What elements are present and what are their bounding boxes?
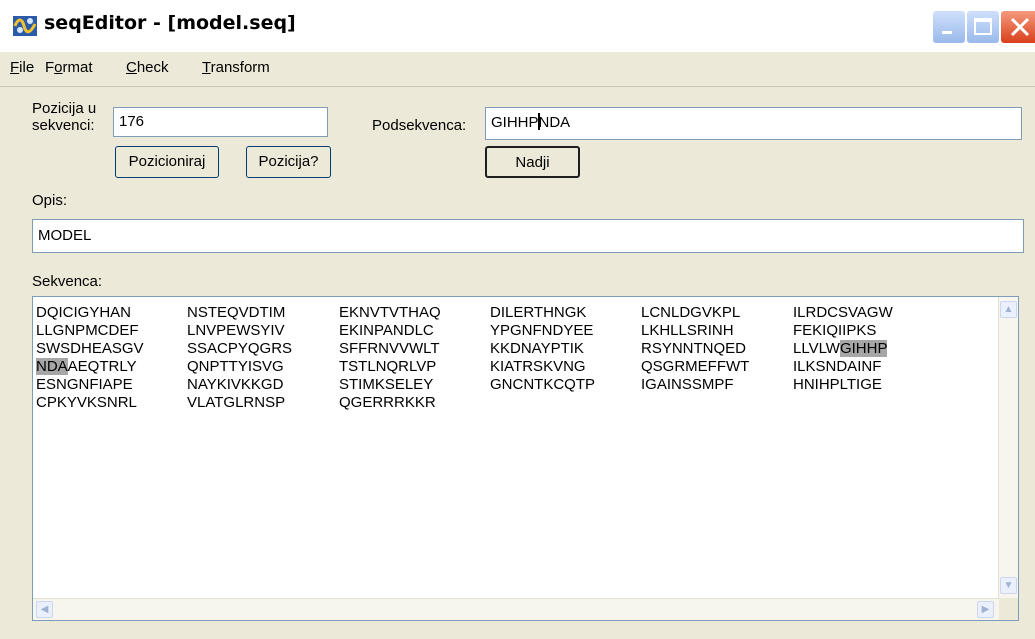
menu-bar: File Format Check Transform — [0, 52, 1035, 87]
sequence-label: Sekvenca: — [32, 273, 103, 290]
position-button[interactable]: Pozicioniraj — [115, 146, 219, 178]
sequence-block: NAYKIVKKGD — [187, 376, 284, 393]
menu-file[interactable]: File — [10, 59, 34, 76]
sequence-block: SSACPYQGRS — [187, 340, 293, 357]
sequence-block: ILRDCSVAGW — [793, 304, 893, 321]
menu-transform-mnemonic: T — [202, 59, 211, 76]
position-input[interactable]: 176 — [113, 107, 328, 137]
sequence-block: KKDNAYPTIK — [490, 340, 584, 357]
position-query-button[interactable]: Pozicija? — [246, 146, 331, 178]
sequence-block: FEKIQIIPKS — [793, 322, 877, 339]
sequence-block: GNCNTKCQTP — [490, 376, 595, 393]
sequence-block: QNPTTYISVG — [187, 358, 284, 375]
search-match-highlight: GIHHP — [839, 340, 888, 357]
sequence-block: YPGNFNDYEE — [490, 322, 594, 339]
vertical-scrollbar[interactable]: ▲ ▼ — [998, 297, 1018, 598]
scrollbar-corner — [999, 598, 1018, 620]
menu-check[interactable]: Check — [126, 59, 169, 76]
sequence-block: KIATRSKVNG — [490, 358, 586, 375]
description-label: Opis: — [32, 192, 68, 209]
close-icon — [1010, 17, 1030, 37]
sequence-block: VLATGLRNSP — [187, 394, 286, 411]
close-button[interactable] — [1000, 10, 1035, 44]
scroll-down-icon[interactable]: ▼ — [1000, 577, 1017, 594]
minimize-button[interactable] — [932, 10, 966, 44]
subsequence-text-b: NDA — [538, 114, 571, 131]
maximize-icon — [974, 18, 992, 35]
position-label-line2: sekvenci: — [32, 117, 95, 134]
sequence-block: HNIHPLTIGE — [793, 376, 882, 393]
position-label-line1: Pozicija u — [32, 100, 97, 117]
menu-file-text-b: ile — [19, 59, 35, 76]
window-title: seqEditor - [model.seq] — [44, 12, 296, 34]
sequence-block: SWSDHEASGV — [36, 340, 144, 357]
sequence-block: EKINPANDLC — [339, 322, 434, 339]
scroll-left-icon[interactable]: ◀ — [36, 601, 53, 618]
sequence-block: EKNVTVTHAQ — [339, 304, 441, 321]
description-input[interactable]: MODEL — [32, 219, 1024, 253]
position-label: Pozicija u sekvenci: — [32, 100, 96, 134]
sequence-block: TSTLNQRLVP — [339, 358, 437, 375]
sequence-block: SFFRNVVWLT — [339, 340, 440, 357]
sequence-block: DILERTHNGK — [490, 304, 587, 321]
minimize-icon — [942, 31, 952, 34]
menu-format-text-a: F — [45, 59, 55, 76]
sequence-text-plain: AEQTRLY — [67, 358, 137, 375]
menu-transform[interactable]: Transform — [202, 59, 270, 76]
sequence-block: RSYNNTNQED — [641, 340, 747, 357]
app-icon — [13, 16, 37, 36]
horizontal-scrollbar[interactable]: ◀ ▶ — [33, 598, 999, 620]
sequence-block: ILKSNDAINF — [793, 358, 882, 375]
menu-transform-text-b: ransform — [210, 59, 270, 76]
menu-check-text-b: heck — [136, 59, 169, 76]
sequence-block: LNVPEWSYIV — [187, 322, 285, 339]
scroll-up-icon[interactable]: ▲ — [1000, 301, 1017, 318]
menu-format-text-b: rmat — [62, 59, 93, 76]
menu-format-mnemonic: o — [54, 59, 63, 76]
sequence-block: CPKYVKSNRL — [36, 394, 137, 411]
sequence-textarea[interactable]: DQICIGYHAN NSTEQVDTIM EKNVTVTHAQ DILERTH… — [32, 296, 1019, 621]
sequence-block: LCNLDGVKPL — [641, 304, 741, 321]
sequence-block: NSTEQVDTIM — [187, 304, 286, 321]
sequence-block: STIMKSELEY — [339, 376, 434, 393]
app-window: seqEditor - [model.seq] File Format Chec… — [0, 0, 1035, 639]
sequence-block: DQICIGYHAN — [36, 304, 132, 321]
menu-file-mnemonic: F — [10, 59, 20, 76]
sequence-block: QGERRRKKR — [339, 394, 436, 411]
sequence-block: LKHLLSRINH — [641, 322, 734, 339]
sequence-block: QSGRMEFFWT — [641, 358, 750, 375]
search-match-highlight: NDA — [36, 358, 68, 375]
sequence-text-plain: LLVLW — [793, 340, 840, 357]
find-button[interactable]: Nadji — [485, 146, 580, 178]
sequence-block: ESNGNFIAPE — [36, 376, 133, 393]
menu-check-mnemonic: C — [126, 59, 137, 76]
subsequence-input[interactable]: GIHHPNDA — [485, 107, 1022, 140]
subsequence-text-a: GIHHP — [491, 114, 539, 131]
title-bar[interactable]: seqEditor - [model.seq] — [0, 0, 1035, 52]
search-label: Podsekvenca: — [372, 117, 467, 134]
menu-format[interactable]: Format — [45, 59, 93, 76]
sequence-block-highlighted: LLVLWGIHHP — [793, 340, 888, 358]
sequence-block: IGAINSSMPF — [641, 376, 734, 393]
sequence-block: LLGNPMCDEF — [36, 322, 139, 339]
scroll-right-icon[interactable]: ▶ — [977, 601, 994, 618]
maximize-button[interactable] — [966, 10, 1000, 44]
sequence-block-highlighted: NDAAEQTRLY — [36, 358, 137, 376]
